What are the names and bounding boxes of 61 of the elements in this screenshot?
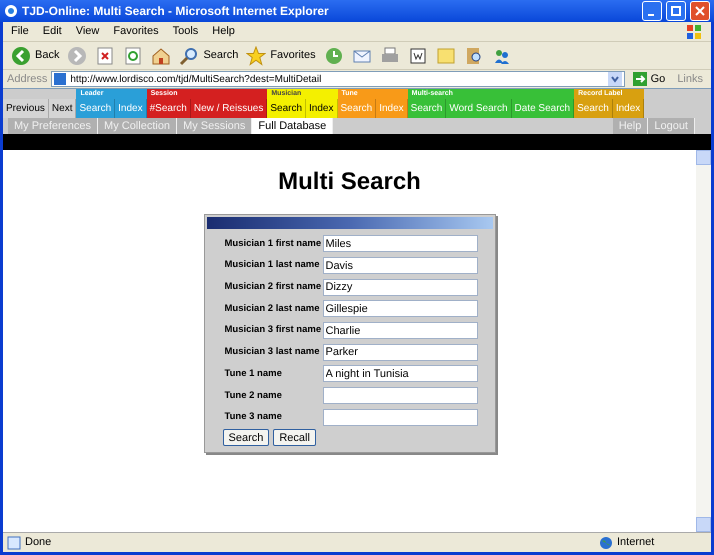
windows-logo-icon xyxy=(685,24,703,40)
favorites-button[interactable]: Favorites xyxy=(246,46,316,66)
go-arrow-icon xyxy=(632,72,647,86)
browser-icon xyxy=(4,4,18,18)
page-heading: Multi Search xyxy=(278,167,421,197)
status-text: Done xyxy=(25,535,52,550)
document-icon[interactable] xyxy=(408,46,428,66)
minimize-icon xyxy=(648,14,654,16)
address-label: Address xyxy=(7,72,48,87)
menu-item[interactable]: View xyxy=(76,23,100,40)
address-field[interactable]: http://www.lordisco.com/tjd/MultiSearch?dest=MultiDetail xyxy=(51,71,625,87)
nav-button[interactable]: Previous xyxy=(3,99,49,118)
home-icon[interactable] xyxy=(151,46,172,66)
field-label: Tune 2 name xyxy=(224,388,283,403)
stop-icon[interactable] xyxy=(95,46,116,66)
field-label: Musician 2 first name xyxy=(224,280,322,294)
text-field[interactable]: A night in Tunisia xyxy=(322,365,478,382)
menu-item[interactable]: Edit xyxy=(42,23,62,40)
maximize-button[interactable] xyxy=(666,1,686,21)
field-label: Tune 1 name xyxy=(224,366,283,381)
text-field[interactable]: Parker xyxy=(322,344,478,361)
window-title: TJD-Online: Multi Search - Microsoft Internet Explorer xyxy=(22,3,330,20)
nav-button[interactable]: Next xyxy=(48,99,76,118)
note-icon[interactable] xyxy=(436,46,456,66)
star-icon xyxy=(246,46,266,66)
globe-icon xyxy=(599,536,613,550)
maximize-icon xyxy=(671,6,681,16)
zone-text: Internet xyxy=(617,535,656,550)
history-icon[interactable] xyxy=(324,46,344,66)
text-field[interactable] xyxy=(322,408,478,426)
minimize-button[interactable] xyxy=(642,1,662,21)
text-field[interactable]: Miles xyxy=(322,235,478,252)
form-button[interactable]: Search xyxy=(222,429,270,446)
scrollbar[interactable] xyxy=(696,150,711,532)
refresh-icon[interactable] xyxy=(123,46,144,66)
menu-item[interactable]: Favorites xyxy=(113,23,159,40)
form-button[interactable]: Recall xyxy=(273,429,316,446)
text-field[interactable]: Charlie xyxy=(322,322,478,340)
menu-item[interactable]: File xyxy=(11,23,29,40)
back-button[interactable]: Back xyxy=(11,46,60,66)
text-field[interactable]: Dizzy xyxy=(322,278,478,296)
field-label: Tune 3 name xyxy=(224,410,283,424)
menu-item[interactable]: Tools xyxy=(172,23,198,40)
close-button[interactable] xyxy=(690,1,710,21)
menu-item[interactable]: Help xyxy=(212,23,235,40)
subnav-tab[interactable]: Full Database xyxy=(252,118,334,134)
search-icon xyxy=(179,46,200,66)
dropdown-icon[interactable] xyxy=(608,72,622,86)
field-label: Musician 3 last name xyxy=(224,345,321,360)
close-icon xyxy=(695,6,705,16)
go-button[interactable]: Go xyxy=(628,70,670,88)
field-label: Musician 1 last name xyxy=(224,258,321,272)
text-field[interactable]: Davis xyxy=(322,257,478,274)
text-field[interactable] xyxy=(322,387,478,404)
field-label: Musician 1 first name xyxy=(224,236,322,251)
field-label: Musician 2 last name xyxy=(224,302,321,316)
page-icon xyxy=(7,536,21,550)
search-button[interactable]: Search xyxy=(179,46,238,66)
field-label: Musician 3 first name xyxy=(224,323,322,338)
page-icon xyxy=(54,73,66,85)
text-field[interactable]: Gillespie xyxy=(322,300,478,318)
